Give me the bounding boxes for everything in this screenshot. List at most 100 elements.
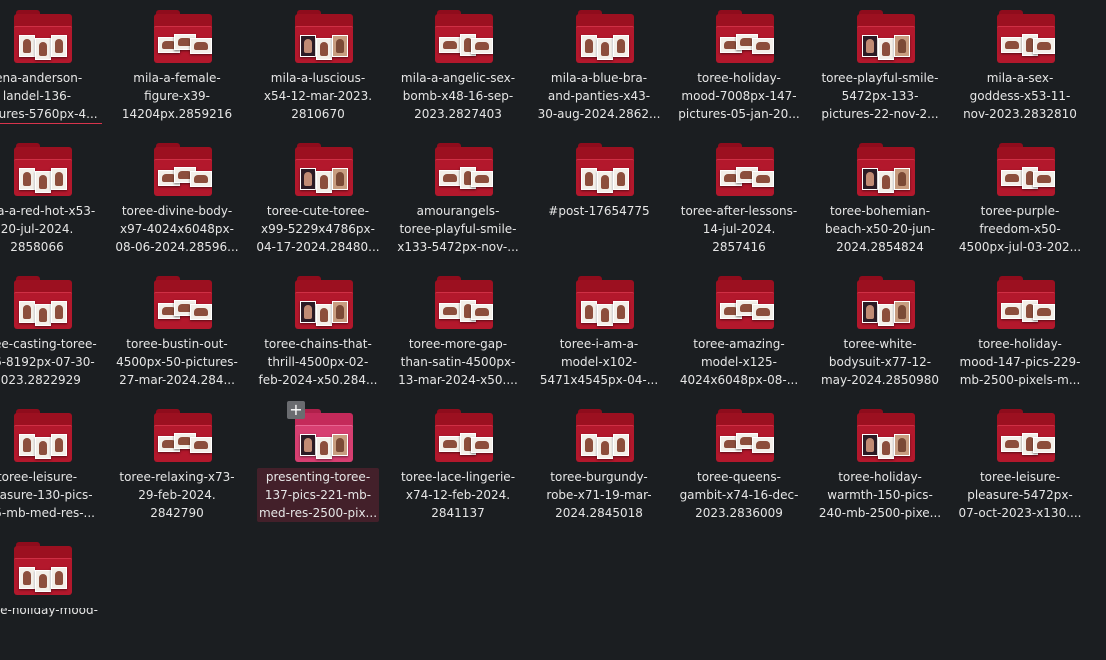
- folder-name: toree-casting-toree-x96-8192px-07-30- 202…: [0, 335, 102, 389]
- folder-item[interactable]: toree-cute-toree-x99-5229x4786px- 04-17-2…: [253, 133, 383, 261]
- folder-item[interactable]: mila-a-luscious-x54-12-mar-2023. 2810670: [253, 0, 383, 128]
- folder-item[interactable]: toree-casting-toree-x96-8192px-07-30- 202…: [0, 266, 102, 394]
- folder-item[interactable]: toree-burgundy-robe-x71-19-mar- 2024.2845…: [534, 399, 664, 527]
- folder-name-line: beach-x50-20-jun-: [824, 222, 936, 236]
- folder-icon: [14, 10, 72, 63]
- folder-icon: [295, 10, 353, 63]
- folder-name: toree-holiday-warmth-150-pics- 240-mb-250…: [815, 468, 945, 522]
- folder-name-line: 240-mb-2500-pixe...: [818, 506, 942, 520]
- thumbnail-preview: [35, 437, 51, 459]
- thumbnail-preview: [439, 170, 461, 186]
- thumbnail-preview: [581, 168, 597, 190]
- thumbnail-preview: [894, 168, 910, 190]
- folder-item[interactable]: toree-queens-gambit-x74-16-dec- 2023.2836…: [674, 399, 804, 527]
- thumbnail-preview: [51, 434, 67, 456]
- folder-name-line: toree-holiday-: [838, 470, 922, 484]
- folder-icon: [14, 542, 72, 595]
- folder-name-line: x54-12-mar-2023.: [263, 89, 373, 103]
- folder-icon: [716, 409, 774, 462]
- folder-item[interactable]: toree-i-am-a-model-x102- 5471x4545px-04-.…: [534, 266, 664, 394]
- thumbnail-preview: [51, 168, 67, 190]
- folder-item[interactable]: #post-17654775: [534, 133, 664, 261]
- thumbnail-preview: [878, 437, 894, 459]
- folder-name-line: mila-a-luscious-: [270, 71, 366, 85]
- folder-name-line: toree-playful-smile-: [399, 222, 517, 236]
- folder-name-line: toree-leisure-: [979, 470, 1061, 484]
- folder-name-line: toree-holiday-: [978, 337, 1062, 351]
- folder-name-line: 4024x6048px-08-...: [679, 373, 799, 387]
- folder-item[interactable]: toree-amazing-model-x125- 4024x6048px-08-…: [674, 266, 804, 394]
- folder-name-line: toree-burgundy-: [550, 470, 648, 484]
- folder-item[interactable]: toree-holiday-mood-7008px-147- pictures-0…: [674, 0, 804, 128]
- folder-icon: [857, 143, 915, 196]
- folder-item[interactable]: + presenting-toree- 137-pics-221-mb-med-re…: [253, 399, 383, 527]
- folder-item[interactable]: mila-a-angelic-sex-bomb-x48-16-sep- 2023.…: [393, 0, 523, 128]
- folder-icon: [576, 143, 634, 196]
- folder-name-line: landel-136-: [2, 89, 72, 103]
- folder-item[interactable]: toree-lace-lingerie-x74-12-feb-2024. 2841…: [393, 399, 523, 527]
- thumbnail-preview: [35, 570, 51, 592]
- folder-name-line: freedom-x50-: [979, 222, 1061, 236]
- folder-item[interactable]: amourangels-toree-playful-smile-x133-547…: [393, 133, 523, 261]
- thumbnail-preview: [581, 434, 597, 456]
- add-icon[interactable]: +: [287, 401, 305, 419]
- folder-item[interactable]: toree-holiday-mood-147-pics-229- mb-2500-…: [955, 266, 1085, 394]
- folder-item[interactable]: toree-chains-that-thrill-4500px-02- feb-2…: [253, 266, 383, 394]
- folder-item[interactable]: mila-a-female-figure-x39- 14204px.2859216: [112, 0, 242, 128]
- thumbnail-preview: [1001, 436, 1023, 452]
- folder-item[interactable]: toree-leisure-pleasure-130-pics- 195-mb-m…: [0, 399, 102, 527]
- thumbnail-preview: [613, 301, 629, 323]
- folder-item[interactable]: mila-a-red-hot-x53- 20-jul-2024. 2858066: [0, 133, 102, 261]
- folder-name-line: lena-anderson-: [0, 71, 83, 85]
- folder-item[interactable]: toree-bustin-out- 4500px-50-pictures- 27-m…: [112, 266, 242, 394]
- folder-name: toree-holiday-mood-147-pics-229- mb-2500-…: [955, 335, 1085, 389]
- horizontal-scrollbar[interactable]: [0, 603, 1106, 608]
- folder-name-line: 2024.2845018: [555, 506, 643, 520]
- folder-name-line: toree-bohemian-: [829, 204, 931, 218]
- folder-item[interactable]: toree-white-bodysuit-x77-12- may-2024.285…: [815, 266, 945, 394]
- folder-name-line: goddess-x53-11-: [969, 89, 1071, 103]
- folder-name-line: bomb-x48-16-sep-: [402, 89, 514, 103]
- folder-item[interactable]: mila-a-blue-bra-and-panties-x43- 30-aug-2…: [534, 0, 664, 128]
- folder-item[interactable]: toree-divine-body-x97-4024x6048px- 08-06-…: [112, 133, 242, 261]
- folder-name-line: toree-leisure-: [0, 470, 78, 484]
- thumbnail-preview: [613, 168, 629, 190]
- thumbnail-preview: [190, 171, 212, 187]
- folder-item[interactable]: toree-purple-freedom-x50- 4500px-jul-03-2…: [955, 133, 1085, 261]
- folder-name-line: toree-after-lessons-: [680, 204, 798, 218]
- folder-name-line: 2841137: [431, 506, 485, 520]
- folder-name-line: 2810670: [291, 107, 345, 121]
- thumbnail-preview: [752, 304, 774, 320]
- folder-name: toree-leisure-pleasure-130-pics- 195-mb-m…: [0, 468, 102, 522]
- thumbnail-preview: [190, 437, 212, 453]
- folder-name-line: 5472px-133-: [841, 89, 919, 103]
- thumbnail-preview: [471, 437, 493, 453]
- folder-item[interactable]: toree-leisure-pleasure-5472px- 07-oct-202…: [955, 399, 1085, 527]
- folder-icon: [716, 143, 774, 196]
- folder-name-line: mood-147-pics-229-: [959, 355, 1081, 369]
- folder-item[interactable]: toree-after-lessons- 14-jul-2024. 2857416: [674, 133, 804, 261]
- folder-item[interactable]: toree-more-gap-than-satin-4500px- 13-mar-…: [393, 266, 523, 394]
- folder-item[interactable]: toree-relaxing-x73- 29-feb-2024. 2842790: [112, 399, 242, 527]
- folder-name: toree-amazing-model-x125- 4024x6048px-08-…: [674, 335, 804, 389]
- thumbnail-preview: [1001, 303, 1023, 319]
- folder-item[interactable]: toree-holiday-warmth-150-pics- 240-mb-250…: [815, 399, 945, 527]
- file-grid: lena-anderson-landel-136- pictures-5760px…: [0, 0, 1106, 617]
- folder-item[interactable]: lena-anderson-landel-136- pictures-5760px…: [0, 0, 102, 128]
- folder-name: toree-leisure-pleasure-5472px- 07-oct-202…: [955, 468, 1085, 522]
- thumbnail-preview: [862, 35, 878, 57]
- folder-name-line: pleasure-5472px-: [967, 488, 1073, 502]
- folder-name: lena-anderson-landel-136- pictures-5760px…: [0, 69, 102, 124]
- folder-name: amourangels-toree-playful-smile-x133-547…: [393, 202, 523, 256]
- folder-name: toree-playful-smile- 5472px-133- pictures-…: [815, 69, 945, 123]
- folder-item[interactable]: toree-bohemian-beach-x50-20-jun- 2024.285…: [815, 133, 945, 261]
- folder-name: mila-a-luscious-x54-12-mar-2023. 2810670: [253, 69, 383, 123]
- folder-item[interactable]: toree-playful-smile- 5472px-133- pictures-…: [815, 0, 945, 128]
- folder-item[interactable]: mila-a-sex-goddess-x53-11- nov-2023.28328…: [955, 0, 1085, 128]
- thumbnail-preview: [471, 304, 493, 320]
- folder-name-line: med-res-2500-pix...: [258, 506, 378, 520]
- folder-icon: [14, 143, 72, 196]
- folder-item[interactable]: toree-holiday-mood-: [0, 532, 102, 660]
- thumbnail-preview: [862, 434, 878, 456]
- thumbnail-preview: [51, 567, 67, 589]
